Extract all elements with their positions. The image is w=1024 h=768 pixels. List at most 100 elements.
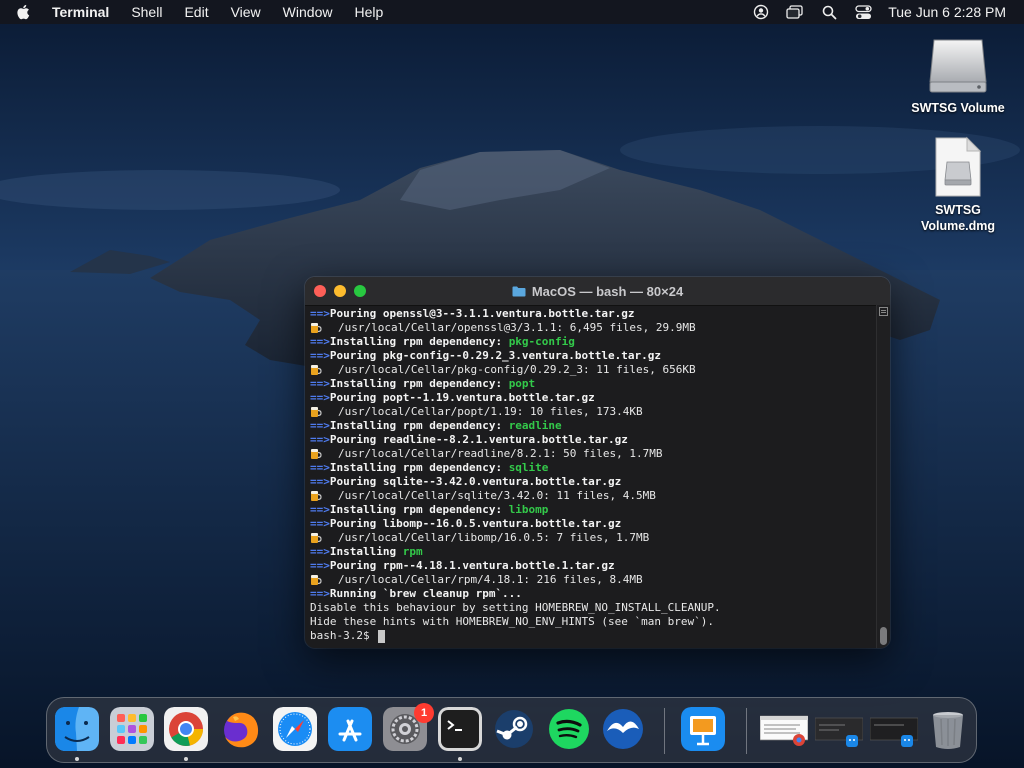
terminal-line: bash-3.2$ [310,629,876,643]
notification-badge: 1 [414,703,434,723]
zoom-window-button[interactable] [354,285,366,297]
safari-icon[interactable] [273,707,317,751]
terminal-line: ==> Pouring readline--8.2.1.ventura.bott… [310,433,876,447]
package-name: popt [508,377,536,390]
desktop-icon-swtsg-dmg[interactable]: SWTSG Volume.dmg [903,136,1013,234]
terminal-line-text: /usr/local/Cellar/readline/8.2.1: 50 fil… [338,447,663,460]
terminal-line-text: Pouring readline--8.2.1.ventura.bottle.t… [329,433,628,446]
beer-mug-icon [311,449,322,459]
menu-view[interactable]: View [231,4,261,20]
running-indicator [75,757,79,761]
terminal-line: ==> Installing rpm dependency: readline [310,419,876,433]
terminal-line: ==> Installing rpm dependency: libomp [310,503,876,517]
finder-icon[interactable] [55,707,99,751]
finder-window-thumbnail-icon[interactable] [815,707,863,751]
running-indicator [458,757,462,761]
terminal-line-text: Disable this behaviour by setting HOMEBR… [310,601,721,614]
brew-arrow: ==> [310,545,330,558]
scrollbar-thumb[interactable] [880,627,887,645]
terminal-line: ==> Pouring rpm--4.18.1.ventura.bottle.1… [310,559,876,573]
apple-menu-icon[interactable] [16,4,36,20]
keynote-icon[interactable] [681,707,725,751]
beer-mug-icon [311,491,322,501]
menu-window[interactable]: Window [283,4,333,20]
desktop-icon-swtsg-volume[interactable]: SWTSG Volume [903,34,1013,116]
beer-mug-icon [311,323,322,333]
user-icon[interactable] [752,3,770,21]
terminal-line: ==> Installing rpm [310,545,876,559]
beer-mug-icon [311,407,322,417]
terminal-line-text: /usr/local/Cellar/rpm/4.18.1: 216 files,… [338,573,643,586]
terminal-line-text: Running `brew cleanup rpm`... [329,587,522,600]
dock-separator [746,708,747,754]
terminal-line-text: Installing [329,545,403,558]
screen-mirroring-icon[interactable] [786,3,804,21]
terminal-scrollbar[interactable] [876,305,890,648]
terminal-line-text: Installing rpm dependency: [329,503,509,516]
terminal-line: Disable this behaviour by setting HOMEBR… [310,601,876,615]
package-name: libomp [508,503,549,516]
brew-arrow: ==> [310,475,330,488]
terminal-line: ==> Running `brew cleanup rpm`... [310,587,876,601]
terminal-line: ==> Installing rpm dependency: pkg-confi… [310,335,876,349]
terminal-line: Hide these hints with HOMEBREW_NO_ENV_HI… [310,615,876,629]
terminal-line-text: Pouring rpm--4.18.1.ventura.bottle.1.tar… [329,559,615,572]
terminal-output[interactable]: ==> Pouring openssl@3--3.1.1.ventura.bot… [310,307,876,644]
control-center-icon[interactable] [854,3,872,21]
terminal-line-text: /usr/local/Cellar/popt/1.19: 10 files, 1… [338,405,643,418]
steam-icon[interactable] [492,707,536,751]
terminal-title-bar[interactable]: MacOS — bash — 80×24 [305,277,890,306]
spotify-icon[interactable] [547,707,591,751]
package-name: sqlite [508,461,549,474]
chrome-icon[interactable] [164,707,208,751]
folder-icon [512,286,526,296]
terminal-line-text: Hide these hints with HOMEBREW_NO_ENV_HI… [310,615,714,628]
brew-arrow: ==> [310,517,330,530]
menu-shell[interactable]: Shell [131,4,162,20]
dock-separator [664,708,665,754]
scroll-split-icon[interactable] [879,307,888,316]
brew-arrow: ==> [310,377,330,390]
menu-help[interactable]: Help [354,4,383,20]
openoffice-icon[interactable] [601,707,645,751]
brew-arrow: ==> [310,419,330,432]
terminal-line-text: Installing rpm dependency: [329,419,509,432]
menu-bar: Terminal Shell Edit View Window Help Tue… [0,0,1024,24]
terminal-line: /usr/local/Cellar/libomp/16.0.5: 7 files… [310,531,876,545]
search-icon[interactable] [820,3,838,21]
menu-app-name[interactable]: Terminal [52,4,109,20]
close-window-button[interactable] [314,285,326,297]
menu-bar-clock[interactable]: Tue Jun 6 2:28 PM [888,4,1006,20]
terminal-line-text: /usr/local/Cellar/openssl@3/3.1.1: 6,495… [338,321,696,334]
terminal-line: ==> Pouring pkg-config--0.29.2_3.ventura… [310,349,876,363]
menu-edit[interactable]: Edit [184,4,208,20]
beer-mug-icon [311,575,322,585]
desktop-icon-label-line-1: SWTSG [935,203,981,217]
terminal-icon[interactable] [438,707,482,751]
firefox-icon[interactable] [219,707,263,751]
terminal-line-text: /usr/local/Cellar/libomp/16.0.5: 7 files… [338,531,650,544]
terminal-line: /usr/local/Cellar/sqlite/3.42.0: 11 file… [310,489,876,503]
terminal-line-text: /usr/local/Cellar/pkg-config/0.29.2_3: 1… [338,363,696,376]
terminal-line: /usr/local/Cellar/popt/1.19: 10 files, 1… [310,405,876,419]
shell-prompt: bash-3.2$ [310,629,377,642]
launchpad-icon[interactable] [110,707,154,751]
app-store-icon[interactable] [328,707,372,751]
chrome-window-thumbnail-icon[interactable] [760,707,808,751]
brew-arrow: ==> [310,587,330,600]
terminal-line: ==> Installing rpm dependency: popt [310,377,876,391]
terminal-line-text: Pouring libomp--16.0.5.ventura.bottle.ta… [329,517,622,530]
dmg-file-icon [935,136,982,197]
terminal-title: MacOS — bash — 80×24 [531,283,684,299]
terminal-window[interactable]: MacOS — bash — 80×24 ==> Pouring openssl… [305,277,890,648]
brew-arrow: ==> [310,503,330,516]
terminal-line-text: Installing rpm dependency: [329,377,509,390]
terminal-line: ==> Installing rpm dependency: sqlite [310,461,876,475]
text-cursor [378,629,386,643]
finder-window-thumbnail-icon[interactable] [870,707,918,751]
terminal-line: ==> Pouring openssl@3--3.1.1.ventura.bot… [310,307,876,321]
trash-icon[interactable] [926,707,970,751]
terminal-line: /usr/local/Cellar/readline/8.2.1: 50 fil… [310,447,876,461]
minimize-window-button[interactable] [334,285,346,297]
brew-arrow: ==> [310,433,330,446]
